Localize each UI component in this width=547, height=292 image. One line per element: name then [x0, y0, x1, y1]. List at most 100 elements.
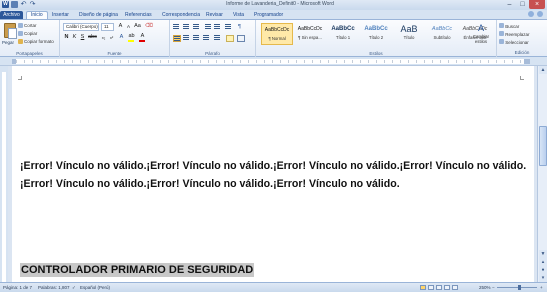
replace-button[interactable]: Reemplazar: [499, 31, 530, 37]
borders-icon[interactable]: [237, 35, 245, 42]
change-case-icon[interactable]: Aa: [134, 23, 141, 30]
align-center-icon[interactable]: [183, 35, 191, 42]
tab-developer[interactable]: Programador: [254, 11, 283, 19]
previous-page-icon[interactable]: ▴: [539, 258, 547, 266]
document-page[interactable]: ¡Error! Vínculo no válido.¡Error! Víncul…: [12, 66, 534, 282]
browse-object-icon[interactable]: ●: [539, 266, 547, 274]
vertical-ruler[interactable]: [0, 66, 8, 282]
window-title: Informe de Lavanderia_Definit0 - Microso…: [226, 1, 334, 7]
tab-file[interactable]: Archivo: [0, 11, 23, 19]
increase-indent-icon[interactable]: [214, 24, 222, 31]
style-normal[interactable]: AaBbCcDc ¶ Normal: [261, 23, 293, 45]
find-button[interactable]: Buscar: [499, 23, 519, 29]
tab-view[interactable]: Vista: [233, 11, 244, 19]
word-count[interactable]: Palabras: 1,807: [38, 283, 70, 292]
redo-icon[interactable]: ↷: [29, 1, 36, 8]
zoom-in-icon[interactable]: +: [540, 283, 543, 292]
justify-icon[interactable]: [203, 35, 211, 42]
scroll-down-icon[interactable]: ▼: [539, 250, 547, 258]
scroll-thumb[interactable]: [539, 126, 547, 166]
style-title[interactable]: AaB Título: [393, 23, 425, 45]
language-indicator[interactable]: Español (Perú): [80, 283, 110, 292]
save-icon[interactable]: [11, 1, 18, 8]
style-heading-1[interactable]: AaBbCc Título 1: [327, 23, 359, 45]
scroll-up-icon[interactable]: ▲: [539, 66, 547, 74]
horizontal-ruler[interactable]: [0, 57, 547, 66]
page-count[interactable]: Página: 1 de 7: [3, 283, 32, 292]
text-effects-icon[interactable]: A: [118, 34, 125, 41]
tab-references[interactable]: Referencias: [125, 11, 152, 19]
style-preview: AaBbCcDc: [264, 27, 290, 33]
font-group-label: Fuente: [107, 51, 122, 56]
print-layout-view-icon[interactable]: [420, 285, 426, 290]
line-spacing-icon[interactable]: [214, 35, 222, 42]
style-no-spacing[interactable]: AaBbCcDc ¶ Sin espa...: [294, 23, 326, 45]
font-family-select[interactable]: Calibri (Cuerpo): [63, 23, 99, 31]
outline-view-icon[interactable]: [444, 285, 450, 290]
strikethrough-button[interactable]: abc: [88, 34, 97, 41]
style-preview: AaBbCcDc: [297, 26, 323, 32]
superscript-button[interactable]: x²: [108, 34, 115, 41]
minimize-ribbon-icon[interactable]: [528, 11, 534, 17]
highlight-icon[interactable]: ab: [128, 33, 135, 40]
tab-review[interactable]: Revisar: [206, 11, 223, 19]
toc-error-text[interactable]: ¡Error! Vínculo no válido.¡Error! Víncul…: [20, 157, 530, 193]
ruler-ticks: [16, 60, 524, 63]
font-size-select[interactable]: 11: [101, 23, 114, 31]
draft-view-icon[interactable]: [452, 285, 458, 290]
minimize-icon[interactable]: –: [503, 0, 516, 9]
maximize-icon[interactable]: □: [516, 0, 529, 9]
format-painter-button[interactable]: Copiar formato: [18, 39, 54, 44]
ribbon-tabs: Archivo Inicio Insertar Diseño de página…: [0, 10, 547, 19]
vertical-scrollbar[interactable]: ▲ ▼ ▴ ● ▾: [537, 66, 547, 282]
word-app-icon[interactable]: W: [2, 1, 9, 8]
full-screen-view-icon[interactable]: [428, 285, 434, 290]
tab-mailings[interactable]: Correspondencia: [162, 11, 200, 19]
next-page-icon[interactable]: ▾: [539, 274, 547, 282]
help-icon[interactable]: [537, 11, 543, 17]
numbering-icon[interactable]: [183, 24, 191, 31]
bullets-icon[interactable]: [173, 24, 181, 31]
undo-icon[interactable]: ↶: [20, 1, 27, 8]
bold-button[interactable]: N: [63, 34, 70, 41]
replace-label: Reemplazar: [505, 32, 530, 37]
cut-button[interactable]: Cortar: [18, 23, 37, 28]
web-layout-view-icon[interactable]: [436, 285, 442, 290]
font-color-icon[interactable]: A: [139, 33, 146, 40]
styles-group: AaBbCcDc ¶ Normal AaBbCcDc ¶ Sin espa...…: [256, 20, 497, 57]
ruler-right-margin: [524, 59, 530, 64]
shrink-font-icon[interactable]: A: [125, 23, 132, 30]
italic-button[interactable]: K: [71, 34, 78, 41]
subscript-button[interactable]: x₂: [100, 34, 107, 41]
paste-button[interactable]: Pegar: [2, 40, 14, 45]
zoom-slider[interactable]: [497, 287, 537, 288]
highlight-color-bar: [128, 40, 134, 42]
select-button[interactable]: Seleccionar: [499, 39, 529, 45]
tab-page-layout[interactable]: Diseño de página: [79, 11, 118, 19]
decrease-indent-icon[interactable]: [205, 24, 213, 31]
selected-heading[interactable]: CONTROLADOR PRIMARIO DE SEGURIDAD: [20, 263, 255, 277]
change-styles-button[interactable]: A Cambiar estilos: [470, 23, 492, 47]
multilevel-list-icon[interactable]: [193, 24, 201, 31]
zoom-out-icon[interactable]: −: [492, 283, 495, 292]
style-heading-2[interactable]: AaBbCc Título 2: [360, 23, 392, 45]
grow-font-icon[interactable]: A: [117, 23, 124, 30]
tab-home[interactable]: Inicio: [26, 11, 48, 19]
close-icon[interactable]: ×: [529, 0, 545, 9]
align-left-icon[interactable]: [173, 35, 181, 42]
sort-icon[interactable]: [225, 24, 233, 31]
copy-button[interactable]: Copiar: [18, 31, 37, 36]
tab-insert[interactable]: Insertar: [52, 11, 69, 19]
find-label: Buscar: [505, 24, 520, 29]
clear-format-icon[interactable]: ⌫: [145, 23, 153, 30]
underline-button[interactable]: S: [79, 34, 86, 41]
change-styles-icon: A: [477, 23, 484, 33]
zoom-level[interactable]: 250%: [479, 283, 491, 292]
show-marks-icon[interactable]: ¶: [236, 24, 243, 31]
zoom-slider-knob[interactable]: [518, 285, 521, 290]
proofing-icon[interactable]: ✓: [72, 283, 76, 292]
paste-icon[interactable]: [4, 23, 17, 39]
shading-icon[interactable]: [226, 35, 234, 42]
align-right-icon[interactable]: [193, 35, 201, 42]
style-subtitle[interactable]: AaBbCc Subtítulo: [426, 23, 458, 45]
